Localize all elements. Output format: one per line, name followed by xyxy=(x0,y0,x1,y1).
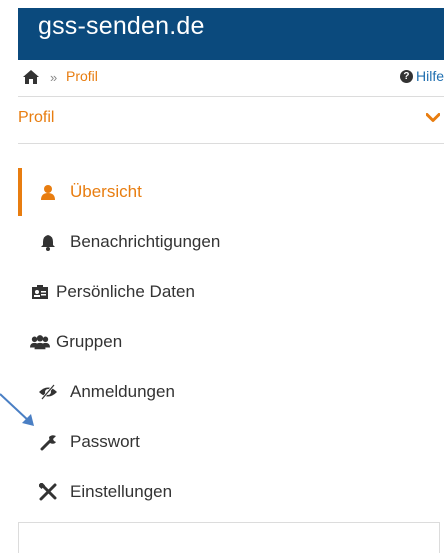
nav-item-persoenliche-daten[interactable]: Persönliche Daten xyxy=(18,268,438,316)
home-icon[interactable] xyxy=(22,69,40,85)
nav-item-einstellungen[interactable]: Einstellungen xyxy=(18,468,438,516)
breadcrumb-separator: » xyxy=(50,70,58,85)
nav-item-benachrichtigungen[interactable]: Benachrichtigungen xyxy=(18,218,438,266)
nav-item-passwort[interactable]: Passwort xyxy=(18,418,438,466)
profile-section-toggle[interactable]: Profil xyxy=(18,97,444,144)
id-card-icon xyxy=(30,282,50,302)
section-title: Profil xyxy=(18,109,55,126)
profile-page: gss-senden.de » Profil ? Hilfe Profil Üb… xyxy=(18,0,444,553)
bell-icon xyxy=(38,232,58,252)
annotation-arrow xyxy=(0,393,34,426)
eye-slash-icon xyxy=(38,382,58,402)
users-icon xyxy=(30,332,50,352)
content-panel xyxy=(18,522,440,553)
nav-item-uebersicht[interactable]: Übersicht xyxy=(18,168,442,216)
nav-item-label: Persönliche Daten xyxy=(56,282,195,301)
breadcrumb: » Profil ? Hilfe xyxy=(18,60,444,97)
question-circle-icon: ? xyxy=(399,69,413,83)
breadcrumb-profil-link[interactable]: Profil xyxy=(66,68,98,84)
nav-item-label: Einstellungen xyxy=(70,482,173,501)
help-label: Hilfe xyxy=(415,68,444,84)
tools-icon xyxy=(38,482,58,502)
site-title[interactable]: gss-senden.de xyxy=(38,13,205,39)
user-icon xyxy=(38,182,58,202)
nav-item-gruppen[interactable]: Gruppen xyxy=(18,318,438,366)
site-banner: gss-senden.de xyxy=(18,8,444,60)
nav-item-label: Übersicht xyxy=(70,182,142,201)
nav-item-label: Gruppen xyxy=(56,332,123,351)
nav-item-label: Anmeldungen xyxy=(70,382,175,401)
nav-item-anmeldungen[interactable]: Anmeldungen xyxy=(18,368,438,416)
wrench-icon xyxy=(38,432,58,452)
help-link[interactable]: ? Hilfe xyxy=(399,68,444,84)
nav-item-label: Passwort xyxy=(70,432,140,451)
nav-item-label: Benachrichtigungen xyxy=(70,232,221,251)
chevron-down-icon xyxy=(426,113,440,122)
